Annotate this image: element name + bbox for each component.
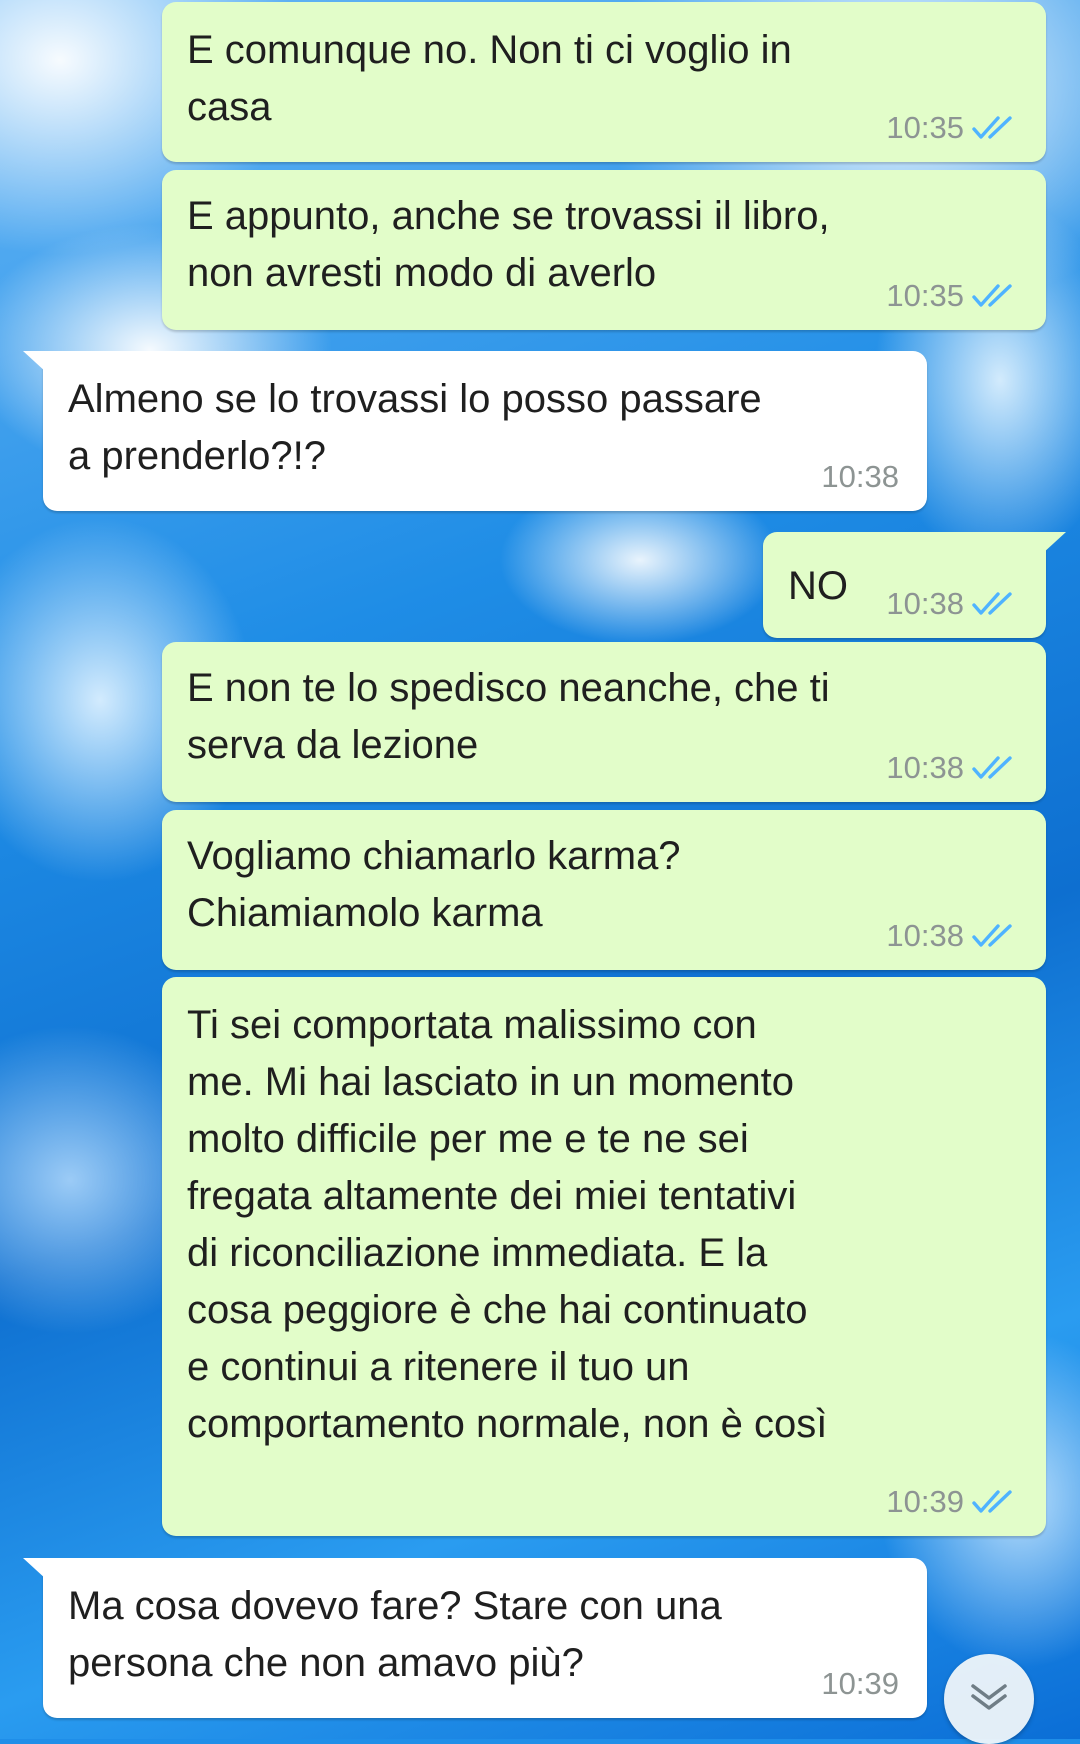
- message-meta: 10:35: [886, 110, 1016, 146]
- message-time: 10:39: [821, 1666, 899, 1701]
- bubble-tail: [1042, 532, 1066, 554]
- read-ticks-icon: [972, 754, 1016, 782]
- read-ticks-icon: [972, 922, 1016, 950]
- message-text: Ti sei comportata malissimo con me. Mi h…: [187, 1003, 828, 1446]
- outgoing-message[interactable]: Vogliamo chiamarlo karma? Chiamiamolo ka…: [162, 810, 1046, 970]
- message-text: Ma cosa dovevo fare? Stare con una perso…: [68, 1584, 722, 1685]
- bubble-tail: [23, 1558, 47, 1580]
- message-time: 10:38: [886, 750, 964, 785]
- read-ticks-icon: [972, 114, 1016, 142]
- outgoing-message[interactable]: E appunto, anche se trovassi il libro, n…: [162, 170, 1046, 330]
- message-meta: 10:38: [886, 918, 1016, 954]
- scroll-to-bottom-button[interactable]: [944, 1654, 1034, 1744]
- outgoing-message[interactable]: E comunque no. Non ti ci voglio in casa …: [162, 2, 1046, 162]
- message-meta: 10:38: [886, 586, 1016, 622]
- read-ticks-icon: [972, 282, 1016, 310]
- outgoing-message[interactable]: E non te lo spedisco neanche, che ti ser…: [162, 642, 1046, 802]
- outgoing-message[interactable]: Ti sei comportata malissimo con me. Mi h…: [162, 977, 1046, 1536]
- message-time: 10:35: [886, 278, 964, 313]
- message-list[interactable]: E comunque no. Non ti ci voglio in casa …: [0, 0, 1080, 1739]
- message-time: 10:38: [821, 459, 899, 494]
- message-time: 10:39: [886, 1484, 964, 1519]
- message-meta: 10:39: [821, 1666, 899, 1702]
- message-meta: 10:38: [886, 750, 1016, 786]
- outgoing-message[interactable]: NO 10:38: [763, 532, 1066, 638]
- message-meta: 10:35: [886, 278, 1016, 314]
- incoming-message[interactable]: Almeno se lo trovassi lo posso passare a…: [23, 351, 927, 511]
- message-meta: 10:39: [886, 1484, 1016, 1520]
- message-text: Almeno se lo trovassi lo posso passare a…: [68, 377, 762, 478]
- incoming-message[interactable]: Ma cosa dovevo fare? Stare con una perso…: [23, 1558, 927, 1718]
- message-meta: 10:38: [821, 459, 899, 495]
- message-time: 10:38: [886, 918, 964, 953]
- message-time: 10:38: [886, 586, 964, 621]
- read-ticks-icon: [972, 1488, 1016, 1516]
- bubble-tail: [23, 351, 47, 373]
- double-chevron-down-icon: [969, 1680, 1009, 1719]
- read-ticks-icon: [972, 590, 1016, 618]
- message-time: 10:35: [886, 110, 964, 145]
